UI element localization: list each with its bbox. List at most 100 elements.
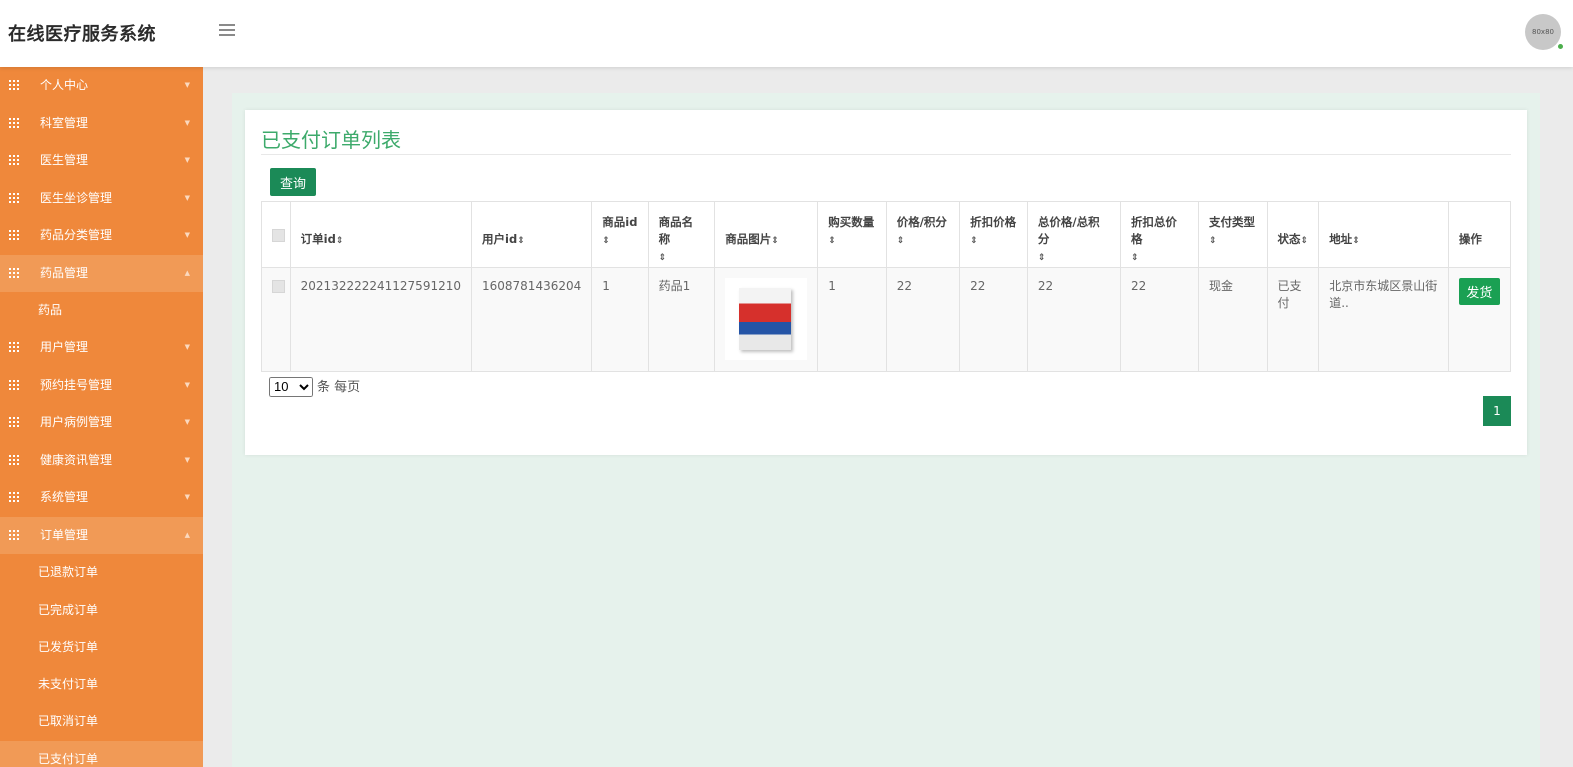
column-header[interactable]: 总价格/总积分 ⇕ bbox=[1026, 201, 1121, 268]
grid-icon bbox=[9, 192, 19, 203]
sidebar-item-label: 系统管理 bbox=[40, 490, 89, 505]
sidebar-item-orders[interactable]: 订单管理 ▲ bbox=[0, 516, 203, 555]
sidebar-subitem-completed-orders[interactable]: 已完成订单 bbox=[0, 592, 203, 629]
column-header[interactable]: 购买数量 ⇕ bbox=[817, 201, 887, 268]
column-header[interactable]: 商品名称 ⇕ bbox=[647, 201, 716, 268]
sidebar-item-label: 医生管理 bbox=[40, 153, 89, 167]
sidebar-item-label: 药品分类管理 bbox=[40, 228, 113, 242]
discount-price-cell: 22 bbox=[959, 267, 1028, 372]
chevron-down-icon: ▼ bbox=[184, 380, 190, 389]
payment-type-cell: 现金 bbox=[1198, 267, 1268, 372]
sidebar-item-user-cases[interactable]: 用户病例管理 ▼ bbox=[0, 404, 203, 442]
column-header[interactable]: 订单id⇕ bbox=[289, 201, 473, 268]
sort-icon: ⇕ bbox=[1352, 236, 1360, 246]
grid-icon bbox=[9, 529, 19, 540]
sort-icon: ⇕ bbox=[517, 236, 525, 246]
grid-icon bbox=[9, 117, 19, 128]
column-header[interactable]: 地址⇕ bbox=[1318, 201, 1449, 268]
sidebar-subitem-unpaid-orders[interactable]: 未支付订单 bbox=[0, 666, 203, 703]
chevron-down-icon: ▼ bbox=[184, 156, 190, 164]
product-image bbox=[725, 278, 808, 360]
sidebar-item-label: 药品管理 bbox=[40, 265, 89, 280]
page-size-suffix: 条 每页 bbox=[317, 380, 361, 395]
column-header[interactable]: 用户id⇕ bbox=[470, 201, 593, 268]
sort-icon: ⇕ bbox=[828, 236, 836, 246]
column-header[interactable]: 商品id ⇕ bbox=[591, 201, 649, 268]
sidebar-subitem-cancelled-orders[interactable]: 已取消订单 bbox=[0, 703, 203, 740]
sort-icon: ⇕ bbox=[1037, 253, 1046, 263]
column-header[interactable]: 折扣价格 ⇕ bbox=[959, 201, 1028, 268]
row-checkbox[interactable] bbox=[272, 280, 285, 293]
column-header: 操作 bbox=[1447, 201, 1512, 268]
chevron-down-icon: ▼ bbox=[184, 455, 190, 464]
page-title: 已支付订单列表 bbox=[261, 128, 401, 152]
grid-icon bbox=[9, 155, 19, 165]
column-header[interactable]: 价格/积分 ⇕ bbox=[885, 201, 961, 268]
sidebar-item-department[interactable]: 科室管理 ▼ bbox=[0, 105, 203, 143]
chevron-down-icon: ▼ bbox=[184, 81, 190, 89]
chevron-down-icon: ▼ bbox=[184, 343, 190, 352]
app-title: 在线医疗服务系统 bbox=[8, 24, 156, 45]
column-header[interactable]: 状态⇕ bbox=[1266, 201, 1320, 268]
sort-icon: ⇕ bbox=[1130, 253, 1139, 263]
sidebar-subitem-drug[interactable]: 药品 bbox=[0, 292, 203, 329]
ship-button[interactable]: 发货 bbox=[1458, 278, 1500, 305]
sidebar-item-system[interactable]: 系统管理 ▼ bbox=[0, 479, 203, 517]
action-cell: 发货 bbox=[1447, 267, 1512, 372]
sidebar-item-health-news[interactable]: 健康资讯管理 ▼ bbox=[0, 442, 203, 480]
column-header[interactable]: 支付类型 ⇕ bbox=[1198, 201, 1268, 268]
sort-icon: ⇕ bbox=[335, 236, 344, 246]
address-cell: 北京市东城区景山街道.. bbox=[1318, 267, 1449, 372]
sidebar-subitem-paid-orders[interactable]: 已支付订单 bbox=[0, 740, 203, 767]
status-cell: 已支付 bbox=[1266, 267, 1320, 372]
discount-total-cell: 22 bbox=[1119, 267, 1200, 372]
orders-table: 订单id⇕ 用户id⇕ 商品id ⇕ 商品名称 ⇕ 商品图片⇕ 购买数量 ⇕ 价格/积… bbox=[261, 201, 1512, 372]
top-header: 在线医疗服务系统 80x80 bbox=[0, 0, 1573, 67]
page-size-select[interactable]: 10 bbox=[269, 376, 313, 397]
column-header[interactable]: 商品图片⇕ bbox=[714, 201, 819, 268]
sidebar-item-label: 医生坐诊管理 bbox=[40, 190, 113, 205]
avatar[interactable]: 80x80 bbox=[1525, 14, 1561, 50]
sidebar-item-personal-center[interactable]: 个人中心 ▼ bbox=[0, 67, 203, 105]
grid-icon bbox=[9, 267, 19, 278]
page-size-control: 10 条 每页 bbox=[269, 376, 360, 397]
sidebar-item-doctor-schedule[interactable]: 医生坐诊管理 ▼ bbox=[0, 180, 203, 218]
table-header-row: 订单id⇕ 用户id⇕ 商品id ⇕ 商品名称 ⇕ 商品图片⇕ 购买数量 ⇕ 价格/积… bbox=[261, 201, 1512, 268]
sidebar-item-label: 订单管理 bbox=[40, 527, 89, 542]
sidebar-subitem-shipped-orders[interactable]: 已发货订单 bbox=[0, 629, 203, 666]
grid-icon bbox=[9, 379, 19, 390]
row-select-cell bbox=[261, 267, 291, 372]
select-all-checkbox[interactable] bbox=[272, 229, 285, 242]
chevron-up-icon: ▲ bbox=[184, 268, 190, 277]
product-image-cell bbox=[714, 267, 819, 372]
online-status-dot bbox=[1557, 43, 1564, 50]
grid-icon bbox=[9, 342, 19, 353]
price-cell: 22 bbox=[885, 267, 961, 372]
sidebar-item-doctor[interactable]: 医生管理 ▼ bbox=[0, 142, 203, 180]
column-header[interactable]: 折扣总价格 ⇕ bbox=[1119, 201, 1200, 268]
grid-icon bbox=[9, 80, 19, 90]
chevron-down-icon: ▼ bbox=[184, 418, 190, 427]
sidebar-item-label: 个人中心 bbox=[40, 78, 89, 92]
order-id-cell: 202132222241127591210 bbox=[289, 267, 473, 372]
query-button[interactable]: 查询 bbox=[270, 168, 316, 196]
sidebar-item-label: 科室管理 bbox=[40, 115, 89, 130]
sidebar-subitem-refunded-orders[interactable]: 已退款订单 bbox=[0, 554, 203, 591]
sidebar-item-label: 预约挂号管理 bbox=[40, 377, 113, 392]
sidebar-item-drug[interactable]: 药品管理 ▲ bbox=[0, 254, 203, 292]
sidebar-item-appointment[interactable]: 预约挂号管理 ▼ bbox=[0, 367, 203, 405]
table-row: 202132222241127591210 1608781436204 1 药品… bbox=[261, 267, 1512, 372]
grid-icon bbox=[9, 454, 19, 465]
chevron-down-icon: ▼ bbox=[184, 193, 190, 202]
chevron-down-icon: ▼ bbox=[184, 118, 190, 127]
chevron-down-icon: ▼ bbox=[184, 493, 190, 502]
sort-icon: ⇕ bbox=[896, 236, 905, 246]
sidebar-item-label: 用户病例管理 bbox=[40, 415, 113, 430]
hamburger-menu-icon[interactable] bbox=[219, 24, 235, 38]
sidebar-item-label: 健康资讯管理 bbox=[40, 452, 113, 467]
page-number-button[interactable]: 1 bbox=[1483, 396, 1511, 426]
sidebar-item-drug-category[interactable]: 药品分类管理 ▼ bbox=[0, 217, 203, 255]
sidebar-item-user[interactable]: 用户管理 ▼ bbox=[0, 329, 203, 367]
chevron-up-icon: ▲ bbox=[184, 530, 190, 539]
select-all-cell bbox=[261, 201, 291, 268]
